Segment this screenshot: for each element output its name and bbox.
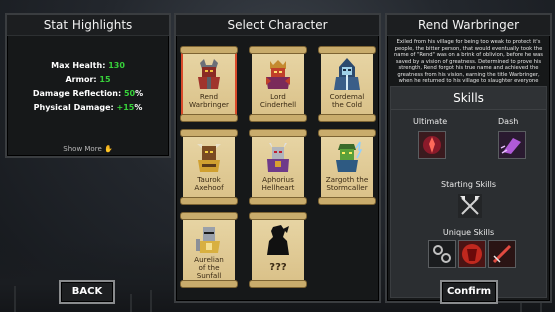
select-character-title: Select Character [176, 15, 379, 36]
stat-value: +15 [116, 103, 135, 112]
stat-armor: Armor: 15 [7, 73, 169, 87]
stat-value: 15 [99, 75, 111, 84]
stat-suffix: % [135, 89, 144, 98]
character-card-taurok-axehoof[interactable]: Taurok Axehoof [180, 129, 238, 205]
background-spike [150, 290, 152, 312]
stat-label: Armor: [65, 75, 100, 84]
character-card-lord-cinderhell[interactable]: Lord Cinderhell [249, 46, 307, 122]
skills-box: Skills Ultimate Dash Starting Skills Uni… [390, 86, 547, 298]
character-card-cordemal-the-cold[interactable]: Cordemal the Cold [318, 46, 376, 122]
name-line: Hellheart [261, 183, 295, 192]
stat-label: Physical Damage: [33, 103, 117, 112]
cordemal-the-cold-portrait-icon [334, 58, 360, 90]
chain-icon [433, 245, 451, 263]
character-name: Aurelian of the Sunfall [183, 256, 235, 280]
character-detail-panel: Rend Warbringer Exiled from his village … [385, 13, 552, 303]
character-name: Lord Cinderhell [252, 93, 304, 109]
stat-label: Max Health: [51, 61, 109, 70]
starting-skill-icon[interactable] [458, 194, 482, 218]
character-card-aurelian-of-the-sunfall[interactable]: Aurelian of the Sunfall [180, 212, 238, 288]
show-more-label: Show More [63, 145, 102, 153]
aphorius-hellheart-portrait-icon [267, 143, 289, 172]
name-line: Cinderhell [259, 100, 297, 109]
character-name: Cordemal the Cold [321, 93, 373, 109]
crossed-axes-icon [460, 196, 480, 215]
dash-skill-icon[interactable] [498, 131, 526, 159]
character-card-aphorius-hellheart[interactable]: Aphorius Hellheart [249, 129, 307, 205]
character-name: Zargoth the Stormcaller [321, 176, 373, 192]
name-line: Stormcaller [326, 183, 368, 192]
lord-cinderhell-portrait-icon [266, 60, 290, 89]
background-spike [130, 294, 132, 312]
name-line: Axehoof [194, 183, 224, 192]
character-name: Taurok Axehoof [183, 176, 235, 192]
stat-max-health: Max Health: 130 [7, 59, 169, 73]
blade-slash-icon [492, 244, 512, 264]
ultimate-label: Ultimate [413, 117, 448, 126]
name-line: the Cold [331, 100, 363, 109]
stat-highlights-panel: Stat Highlights Max Health: 130 Armor: 1… [5, 13, 171, 158]
show-more-link[interactable]: Show More ✋ [7, 145, 169, 153]
character-bio: Exiled from his village for being too we… [394, 39, 543, 84]
stat-value: 130 [108, 61, 125, 70]
rage-icon [423, 136, 441, 154]
demon-rage-icon [462, 244, 482, 264]
background-spike [14, 286, 16, 312]
character-name: ??? [252, 262, 304, 273]
stat-label: Damage Reflection: [32, 89, 124, 98]
character-detail-title: Rend Warbringer [387, 15, 550, 36]
confirm-button[interactable]: Confirm [440, 280, 498, 304]
starting-skills-label: Starting Skills [440, 180, 496, 189]
stat-suffix: % [134, 103, 143, 112]
stat-physical-damage: Physical Damage: +15% [7, 101, 169, 115]
zargoth-the-stormcaller-portrait-icon [336, 141, 362, 172]
character-name: Rend Warbringer [183, 93, 235, 109]
character-name: Aphorius Hellheart [252, 176, 304, 192]
name-line: ??? [269, 262, 287, 273]
stat-damage-reflection: Damage Reflection: 50% [7, 87, 169, 101]
skills-title: Skills [391, 87, 546, 110]
name-line: Sunfall [196, 271, 222, 280]
name-line: Warbringer [188, 100, 229, 109]
dash-label: Dash [498, 117, 519, 126]
hand-icon: ✋ [103, 145, 113, 153]
stat-value: 50 [123, 89, 136, 98]
select-character-panel: Select Character Rend Warbringer Lord Ci… [174, 13, 381, 303]
taurok-axehoof-portrait-icon [197, 144, 221, 172]
unique-skill-3-icon[interactable] [488, 240, 516, 268]
locked-silhouette-icon [267, 225, 289, 255]
ultimate-skill-icon[interactable] [418, 131, 446, 159]
character-card-locked[interactable]: ??? [249, 212, 307, 288]
rend-warbringer-portrait-icon [198, 59, 220, 89]
stat-highlights-title: Stat Highlights [7, 15, 169, 36]
aurelian-of-the-sunfall-portrait-icon [196, 227, 220, 253]
unique-skill-2-icon[interactable] [458, 240, 486, 268]
dash-icon [500, 138, 521, 154]
unique-skill-1-icon[interactable] [428, 240, 456, 268]
character-card-zargoth-the-stormcaller[interactable]: Zargoth the Stormcaller [318, 129, 376, 205]
back-button[interactable]: BACK [59, 280, 115, 304]
unique-skills-label: Unique Skills [442, 228, 495, 237]
character-card-rend-warbringer[interactable]: Rend Warbringer [180, 46, 238, 122]
stat-list: Max Health: 130 Armor: 15 Damage Reflect… [7, 36, 169, 115]
